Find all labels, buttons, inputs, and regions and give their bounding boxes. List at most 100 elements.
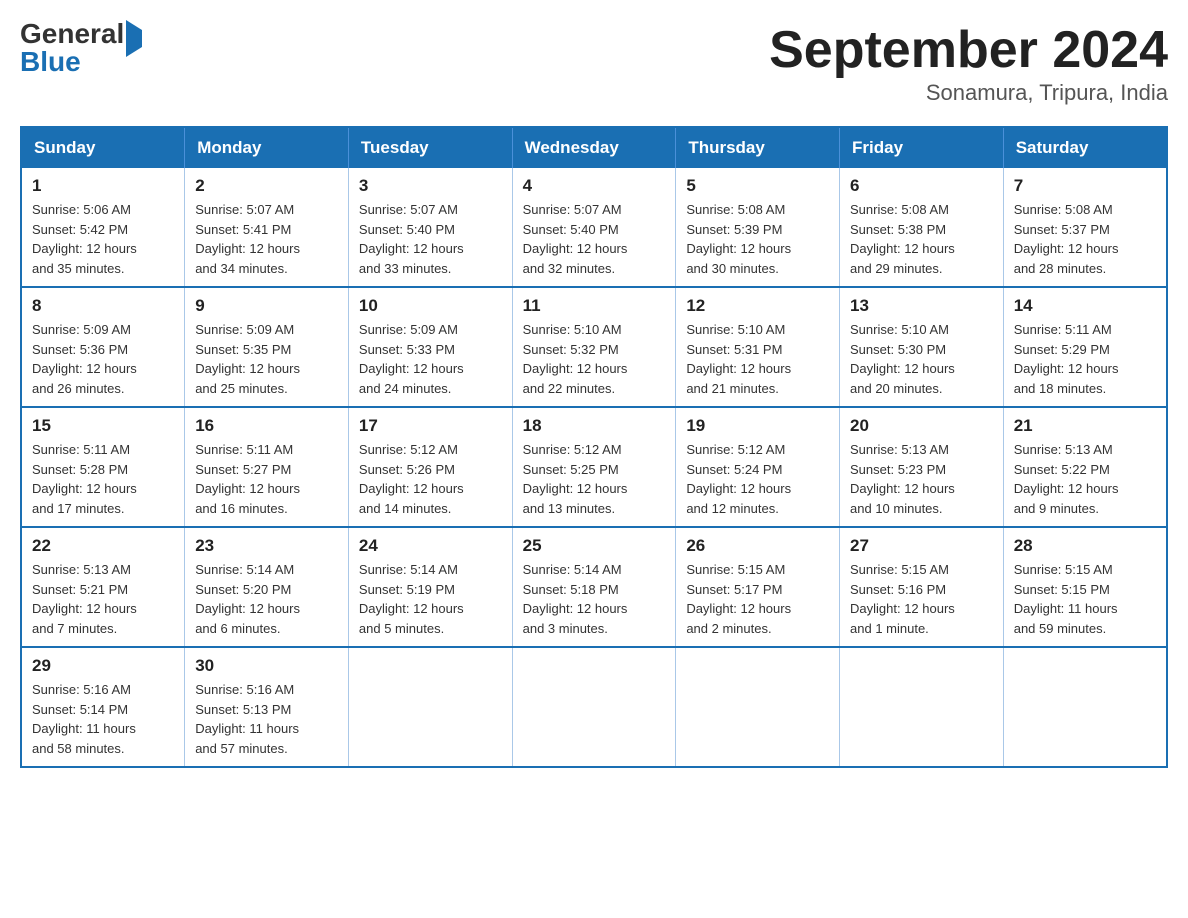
day-number: 6 [850,176,993,196]
logo-blue-text: Blue [20,46,81,77]
calendar-cell: 2 Sunrise: 5:07 AMSunset: 5:41 PMDayligh… [185,168,349,287]
day-number: 25 [523,536,666,556]
day-number: 24 [359,536,502,556]
calendar-week-row: 22 Sunrise: 5:13 AMSunset: 5:21 PMDaylig… [21,527,1167,647]
day-number: 20 [850,416,993,436]
day-number: 19 [686,416,829,436]
day-number: 26 [686,536,829,556]
calendar-cell: 29 Sunrise: 5:16 AMSunset: 5:14 PMDaylig… [21,647,185,767]
calendar-cell: 14 Sunrise: 5:11 AMSunset: 5:29 PMDaylig… [1003,287,1167,407]
day-info: Sunrise: 5:10 AMSunset: 5:32 PMDaylight:… [523,320,666,398]
calendar-table: SundayMondayTuesdayWednesdayThursdayFrid… [20,126,1168,768]
day-number: 28 [1014,536,1156,556]
page-header: General Blue September 2024 Sonamura, Tr… [20,20,1168,106]
calendar-cell: 30 Sunrise: 5:16 AMSunset: 5:13 PMDaylig… [185,647,349,767]
day-number: 3 [359,176,502,196]
calendar-cell: 16 Sunrise: 5:11 AMSunset: 5:27 PMDaylig… [185,407,349,527]
day-number: 9 [195,296,338,316]
logo-arrow-icon [126,20,142,57]
calendar-cell: 17 Sunrise: 5:12 AMSunset: 5:26 PMDaylig… [348,407,512,527]
day-info: Sunrise: 5:13 AMSunset: 5:23 PMDaylight:… [850,440,993,518]
calendar-header-row: SundayMondayTuesdayWednesdayThursdayFrid… [21,127,1167,168]
day-number: 13 [850,296,993,316]
day-info: Sunrise: 5:09 AMSunset: 5:33 PMDaylight:… [359,320,502,398]
calendar-cell: 27 Sunrise: 5:15 AMSunset: 5:16 PMDaylig… [840,527,1004,647]
column-header-saturday: Saturday [1003,127,1167,168]
calendar-cell: 10 Sunrise: 5:09 AMSunset: 5:33 PMDaylig… [348,287,512,407]
day-number: 8 [32,296,174,316]
day-info: Sunrise: 5:08 AMSunset: 5:37 PMDaylight:… [1014,200,1156,278]
calendar-cell: 22 Sunrise: 5:13 AMSunset: 5:21 PMDaylig… [21,527,185,647]
day-number: 14 [1014,296,1156,316]
calendar-week-row: 1 Sunrise: 5:06 AMSunset: 5:42 PMDayligh… [21,168,1167,287]
calendar-cell: 21 Sunrise: 5:13 AMSunset: 5:22 PMDaylig… [1003,407,1167,527]
day-info: Sunrise: 5:07 AMSunset: 5:40 PMDaylight:… [523,200,666,278]
column-header-monday: Monday [185,127,349,168]
day-info: Sunrise: 5:15 AMSunset: 5:15 PMDaylight:… [1014,560,1156,638]
day-info: Sunrise: 5:14 AMSunset: 5:20 PMDaylight:… [195,560,338,638]
calendar-cell [348,647,512,767]
calendar-cell: 19 Sunrise: 5:12 AMSunset: 5:24 PMDaylig… [676,407,840,527]
day-number: 22 [32,536,174,556]
day-number: 5 [686,176,829,196]
calendar-cell: 25 Sunrise: 5:14 AMSunset: 5:18 PMDaylig… [512,527,676,647]
day-info: Sunrise: 5:12 AMSunset: 5:25 PMDaylight:… [523,440,666,518]
calendar-cell: 1 Sunrise: 5:06 AMSunset: 5:42 PMDayligh… [21,168,185,287]
logo-general-text: General [20,18,124,49]
calendar-cell: 3 Sunrise: 5:07 AMSunset: 5:40 PMDayligh… [348,168,512,287]
day-info: Sunrise: 5:16 AMSunset: 5:13 PMDaylight:… [195,680,338,758]
day-info: Sunrise: 5:13 AMSunset: 5:22 PMDaylight:… [1014,440,1156,518]
day-info: Sunrise: 5:06 AMSunset: 5:42 PMDaylight:… [32,200,174,278]
calendar-cell: 20 Sunrise: 5:13 AMSunset: 5:23 PMDaylig… [840,407,1004,527]
day-number: 4 [523,176,666,196]
calendar-cell [512,647,676,767]
column-header-friday: Friday [840,127,1004,168]
day-info: Sunrise: 5:12 AMSunset: 5:26 PMDaylight:… [359,440,502,518]
day-number: 30 [195,656,338,676]
column-header-sunday: Sunday [21,127,185,168]
day-info: Sunrise: 5:09 AMSunset: 5:36 PMDaylight:… [32,320,174,398]
day-info: Sunrise: 5:15 AMSunset: 5:17 PMDaylight:… [686,560,829,638]
calendar-cell [840,647,1004,767]
day-number: 7 [1014,176,1156,196]
calendar-cell: 4 Sunrise: 5:07 AMSunset: 5:40 PMDayligh… [512,168,676,287]
day-number: 29 [32,656,174,676]
day-info: Sunrise: 5:14 AMSunset: 5:18 PMDaylight:… [523,560,666,638]
calendar-cell: 26 Sunrise: 5:15 AMSunset: 5:17 PMDaylig… [676,527,840,647]
day-info: Sunrise: 5:07 AMSunset: 5:41 PMDaylight:… [195,200,338,278]
day-number: 2 [195,176,338,196]
day-info: Sunrise: 5:11 AMSunset: 5:28 PMDaylight:… [32,440,174,518]
column-header-wednesday: Wednesday [512,127,676,168]
day-info: Sunrise: 5:14 AMSunset: 5:19 PMDaylight:… [359,560,502,638]
day-info: Sunrise: 5:10 AMSunset: 5:31 PMDaylight:… [686,320,829,398]
calendar-cell [1003,647,1167,767]
day-number: 21 [1014,416,1156,436]
calendar-cell: 15 Sunrise: 5:11 AMSunset: 5:28 PMDaylig… [21,407,185,527]
calendar-cell: 7 Sunrise: 5:08 AMSunset: 5:37 PMDayligh… [1003,168,1167,287]
day-number: 23 [195,536,338,556]
calendar-week-row: 29 Sunrise: 5:16 AMSunset: 5:14 PMDaylig… [21,647,1167,767]
day-info: Sunrise: 5:11 AMSunset: 5:27 PMDaylight:… [195,440,338,518]
calendar-cell: 9 Sunrise: 5:09 AMSunset: 5:35 PMDayligh… [185,287,349,407]
day-number: 10 [359,296,502,316]
month-title: September 2024 [769,20,1168,80]
location-subtitle: Sonamura, Tripura, India [769,80,1168,106]
day-number: 17 [359,416,502,436]
calendar-cell: 23 Sunrise: 5:14 AMSunset: 5:20 PMDaylig… [185,527,349,647]
day-info: Sunrise: 5:13 AMSunset: 5:21 PMDaylight:… [32,560,174,638]
column-header-thursday: Thursday [676,127,840,168]
calendar-cell: 6 Sunrise: 5:08 AMSunset: 5:38 PMDayligh… [840,168,1004,287]
day-info: Sunrise: 5:16 AMSunset: 5:14 PMDaylight:… [32,680,174,758]
day-number: 12 [686,296,829,316]
calendar-cell: 8 Sunrise: 5:09 AMSunset: 5:36 PMDayligh… [21,287,185,407]
calendar-cell: 5 Sunrise: 5:08 AMSunset: 5:39 PMDayligh… [676,168,840,287]
day-info: Sunrise: 5:10 AMSunset: 5:30 PMDaylight:… [850,320,993,398]
day-number: 18 [523,416,666,436]
calendar-cell [676,647,840,767]
calendar-cell: 11 Sunrise: 5:10 AMSunset: 5:32 PMDaylig… [512,287,676,407]
calendar-week-row: 15 Sunrise: 5:11 AMSunset: 5:28 PMDaylig… [21,407,1167,527]
calendar-cell: 24 Sunrise: 5:14 AMSunset: 5:19 PMDaylig… [348,527,512,647]
day-info: Sunrise: 5:11 AMSunset: 5:29 PMDaylight:… [1014,320,1156,398]
calendar-cell: 13 Sunrise: 5:10 AMSunset: 5:30 PMDaylig… [840,287,1004,407]
calendar-cell: 28 Sunrise: 5:15 AMSunset: 5:15 PMDaylig… [1003,527,1167,647]
